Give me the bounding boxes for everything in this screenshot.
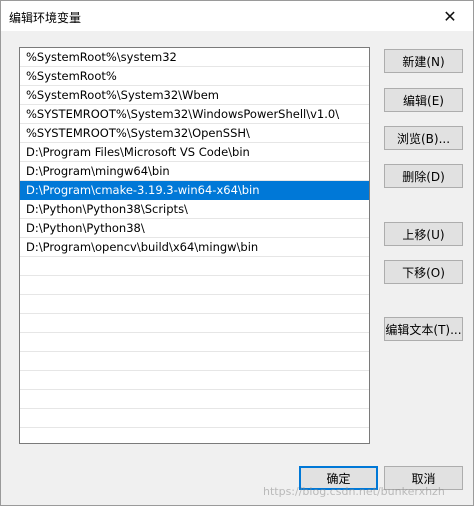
path-list-item[interactable]: %SystemRoot%\system32 — [20, 48, 369, 67]
path-list-item[interactable]: D:\Program\opencv\build\x64\mingw\bin — [20, 238, 369, 257]
move-down-button[interactable]: 下移(O) — [384, 260, 463, 284]
path-list-item[interactable]: D:\Python\Python38\Scripts\ — [20, 200, 369, 219]
title-bar: 编辑环境变量 ✕ — [1, 1, 473, 31]
edit-text-button[interactable]: 编辑文本(T)... — [384, 317, 463, 341]
path-list-empty-row[interactable] — [20, 352, 369, 371]
path-list-empty-row[interactable] — [20, 257, 369, 276]
path-list-item[interactable]: D:\Python\Python38\ — [20, 219, 369, 238]
path-list-item[interactable]: D:\Program Files\Microsoft VS Code\bin — [20, 143, 369, 162]
path-list-empty-row[interactable] — [20, 428, 369, 443]
path-list-empty-row[interactable] — [20, 371, 369, 390]
browse-button[interactable]: 浏览(B)... — [384, 126, 463, 150]
close-icon[interactable]: ✕ — [427, 1, 473, 31]
path-list-item[interactable]: %SYSTEMROOT%\System32\OpenSSH\ — [20, 124, 369, 143]
path-list-item[interactable]: D:\Program\mingw64\bin — [20, 162, 369, 181]
path-list-empty-row[interactable] — [20, 276, 369, 295]
path-list-empty-row[interactable] — [20, 333, 369, 352]
delete-button[interactable]: 删除(D) — [384, 164, 463, 188]
path-list-empty-row[interactable] — [20, 409, 369, 428]
path-list-empty-row[interactable] — [20, 390, 369, 409]
path-list-empty-row[interactable] — [20, 314, 369, 333]
edit-button[interactable]: 编辑(E) — [384, 88, 463, 112]
path-list-item[interactable]: %SystemRoot%\System32\Wbem — [20, 86, 369, 105]
path-list-empty-row[interactable] — [20, 295, 369, 314]
path-list-item[interactable]: %SystemRoot% — [20, 67, 369, 86]
path-list-item[interactable]: %SYSTEMROOT%\System32\WindowsPowerShell\… — [20, 105, 369, 124]
new-button[interactable]: 新建(N) — [384, 49, 463, 73]
move-up-button[interactable]: 上移(U) — [384, 222, 463, 246]
path-list[interactable]: %SystemRoot%\system32 %SystemRoot% %System… — [19, 47, 370, 444]
watermark: https://blog.csdn.net/bunkerxhzh — [263, 485, 445, 498]
edit-env-variable-dialog: 编辑环境变量 ✕ %SystemRoot%\system32 %SystemRoo… — [0, 0, 474, 506]
path-list-item[interactable]: D:\Program\cmake-3.19.3-win64-x64\bin — [20, 181, 369, 200]
dialog-title: 编辑环境变量 — [9, 11, 82, 25]
